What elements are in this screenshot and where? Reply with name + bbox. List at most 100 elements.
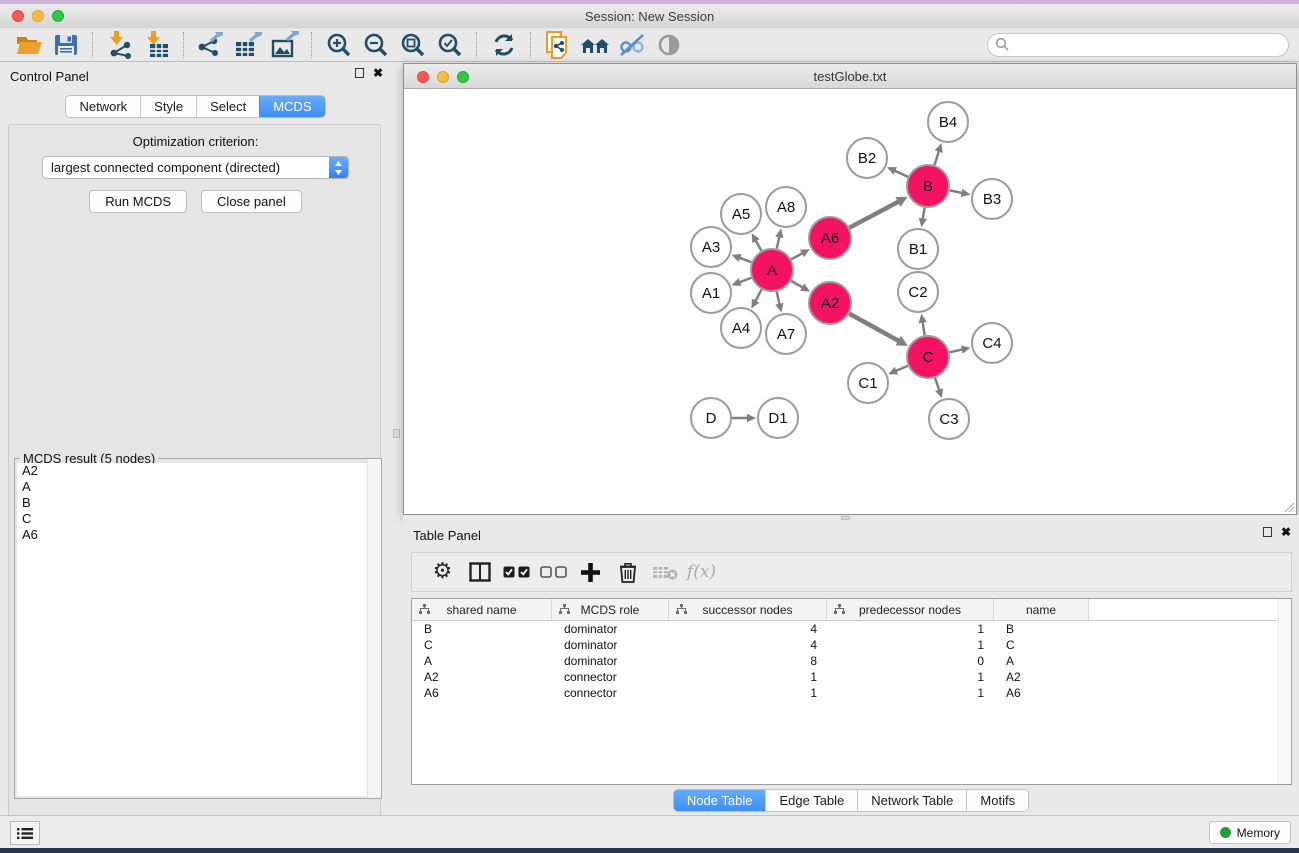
vertical-splitter-handle[interactable]: [393, 429, 400, 438]
table-cell[interactable]: A6: [412, 686, 552, 700]
column-header-mcds-role[interactable]: MCDS role: [552, 599, 669, 620]
close-window-icon[interactable]: [12, 10, 24, 22]
graph-edge-A-A5[interactable]: [752, 233, 762, 251]
table-cell[interactable]: A6: [994, 686, 1089, 700]
graph-edge-A-A1[interactable]: [732, 278, 752, 286]
mcds-result-item[interactable]: A: [17, 479, 379, 495]
network-view-window[interactable]: testGlobe.txt AA1A3A4A5A7A8A6A2BB1B2B3B4…: [403, 63, 1297, 515]
table-cell[interactable]: dominator: [552, 622, 669, 636]
graph-node-C3[interactable]: C3: [929, 399, 969, 439]
close-panel-icon[interactable]: ✖: [373, 68, 383, 78]
table-cell[interactable]: 4: [669, 622, 827, 636]
table-cell[interactable]: 1: [827, 686, 994, 700]
graph-node-A6[interactable]: A6: [809, 217, 851, 259]
graph-node-A4[interactable]: A4: [721, 308, 761, 348]
deselect-all-columns-icon[interactable]: [535, 557, 572, 587]
table-row[interactable]: Bdominator41B: [412, 621, 1291, 637]
float-table-panel-icon[interactable]: [1263, 527, 1272, 537]
graph-edge-B-B2[interactable]: [887, 167, 908, 177]
mcds-result-item[interactable]: B: [17, 495, 379, 511]
table-cell[interactable]: 1: [827, 670, 994, 684]
graph-node-B1[interactable]: B1: [898, 229, 938, 269]
column-header-predecessor-nodes[interactable]: predecessor nodes: [827, 599, 994, 620]
graph-edge-C-C1[interactable]: [888, 366, 908, 375]
apply-layout-icon[interactable]: [485, 30, 522, 60]
graph-edge-A2-C[interactable]: [849, 314, 908, 346]
table-cell[interactable]: C: [994, 638, 1089, 652]
table-row[interactable]: Cdominator41C: [412, 637, 1291, 653]
table-settings-gear-icon[interactable]: ⚙: [424, 557, 461, 587]
node-table[interactable]: shared nameMCDS rolesuccessor nodesprede…: [411, 598, 1292, 785]
memory-button[interactable]: Memory: [1209, 821, 1291, 844]
window-resize-grip[interactable]: [1283, 501, 1295, 513]
zoom-out-icon[interactable]: [357, 30, 394, 60]
table-cell[interactable]: connector: [552, 670, 669, 684]
graph-edge-C-C2[interactable]: [919, 314, 927, 336]
show-graphics-icon[interactable]: [650, 30, 687, 60]
graph-edge-A-A3[interactable]: [732, 254, 752, 262]
criterion-select[interactable]: largest connected component (directed): [42, 156, 349, 179]
select-all-columns-icon[interactable]: [498, 557, 535, 587]
graph-edge-C-C4[interactable]: [949, 346, 970, 354]
graph-node-A3[interactable]: A3: [691, 227, 731, 267]
table-row[interactable]: A2connector11A2: [412, 669, 1291, 685]
graph-node-C1[interactable]: C1: [848, 363, 888, 403]
table-cell[interactable]: A: [412, 654, 552, 668]
table-row[interactable]: A6connector11A6: [412, 685, 1291, 701]
graph-node-C2[interactable]: C2: [898, 272, 938, 312]
graph-node-A1[interactable]: A1: [691, 273, 731, 313]
column-header-name[interactable]: name: [994, 599, 1089, 620]
close-panel-button[interactable]: Close panel: [201, 190, 302, 213]
tab-mcds[interactable]: MCDS: [259, 96, 324, 117]
graph-edge-A6-B[interactable]: [849, 197, 907, 228]
graph-edge-D-D1[interactable]: [732, 414, 756, 422]
close-network-window-icon[interactable]: [417, 71, 429, 83]
column-header-shared-name[interactable]: shared name: [412, 599, 552, 620]
app-titlebar[interactable]: Session: New Session: [0, 4, 1299, 29]
table-cell[interactable]: A2: [994, 670, 1089, 684]
network-graph[interactable]: AA1A3A4A5A7A8A6A2BB1B2B3B4CC1C2C3C4DD1: [404, 89, 1296, 514]
graph-edge-A-A4[interactable]: [751, 289, 761, 308]
zoom-in-icon[interactable]: [320, 30, 357, 60]
graph-edge-A-A6[interactable]: [791, 249, 810, 259]
table-cell[interactable]: A2: [412, 670, 552, 684]
graph-edge-B-B1[interactable]: [919, 208, 927, 228]
network-document-icon[interactable]: [539, 30, 576, 60]
open-session-icon[interactable]: [10, 30, 47, 60]
tab-motifs[interactable]: Motifs: [966, 790, 1028, 811]
tab-network-table[interactable]: Network Table: [857, 790, 966, 811]
graph-edge-A-A8[interactable]: [775, 228, 783, 248]
table-cell[interactable]: C: [412, 638, 552, 652]
float-panel-icon[interactable]: [355, 68, 364, 78]
table-row[interactable]: Adominator80A: [412, 653, 1291, 669]
hide-graphics-icon[interactable]: [613, 30, 650, 60]
task-history-button[interactable]: [10, 821, 40, 845]
minimize-network-window-icon[interactable]: [437, 71, 449, 83]
export-network-icon[interactable]: [192, 30, 229, 60]
mcds-result-list[interactable]: A2ABCA6: [17, 463, 379, 796]
graph-node-A[interactable]: A: [751, 249, 793, 291]
tab-style[interactable]: Style: [140, 96, 196, 117]
tab-select[interactable]: Select: [196, 96, 259, 117]
mcds-result-item[interactable]: A6: [17, 527, 379, 543]
graph-node-A2[interactable]: A2: [809, 282, 851, 324]
export-table-icon[interactable]: [229, 30, 266, 60]
table-cell[interactable]: 1: [669, 670, 827, 684]
column-header-successor-nodes[interactable]: successor nodes: [669, 599, 827, 620]
column-browser-icon[interactable]: [461, 557, 498, 587]
graph-node-A8[interactable]: A8: [766, 187, 806, 227]
run-mcds-button[interactable]: Run MCDS: [89, 190, 187, 213]
zoom-window-icon[interactable]: [52, 10, 64, 22]
import-network-icon[interactable]: [101, 30, 138, 60]
tab-node-table[interactable]: Node Table: [674, 790, 766, 811]
table-cell[interactable]: dominator: [552, 638, 669, 652]
table-cell[interactable]: 8: [669, 654, 827, 668]
table-scrollbar[interactable]: [1278, 599, 1291, 784]
create-column-icon[interactable]: [572, 557, 609, 587]
graph-node-A7[interactable]: A7: [766, 314, 806, 354]
table-cell[interactable]: connector: [552, 686, 669, 700]
graph-node-D[interactable]: D: [691, 398, 731, 438]
table-cell[interactable]: 0: [827, 654, 994, 668]
home-icon[interactable]: [576, 30, 613, 60]
table-cell[interactable]: 1: [827, 638, 994, 652]
